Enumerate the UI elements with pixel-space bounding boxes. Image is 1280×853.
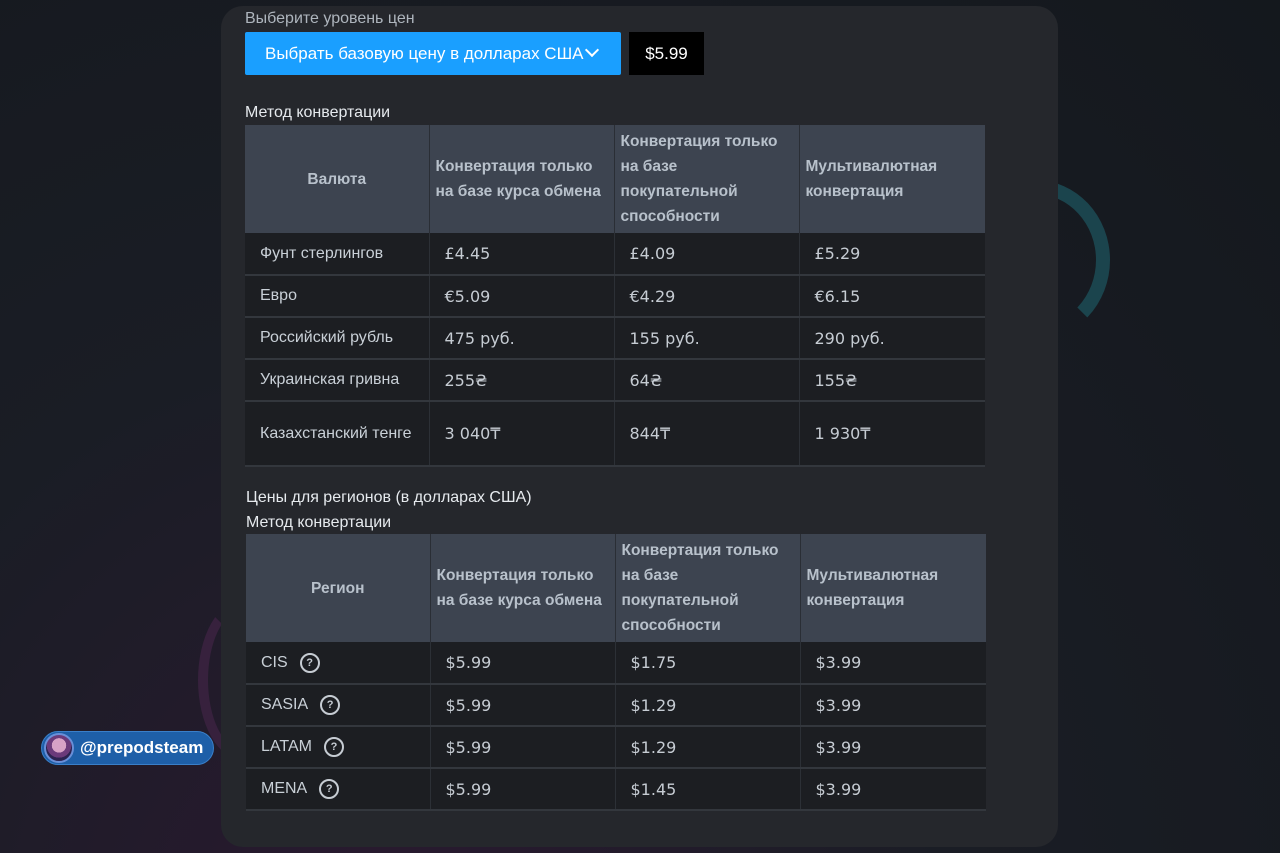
table-header-row: Регион Конвертация только на базе курса … xyxy=(246,534,986,642)
column-header-exchange-rate: Конвертация только на базе курса обмена xyxy=(430,534,616,642)
exchange-rate-value: $5.99 xyxy=(430,642,616,685)
price-level-label: Выберите уровень цен xyxy=(245,10,415,27)
column-header-exchange-rate: Конвертация только на базе курса обмена xyxy=(429,125,615,233)
column-header-region: Регион xyxy=(246,534,431,642)
region-cell: CIS? xyxy=(246,642,431,685)
currency-name: Фунт стерлингов xyxy=(245,233,430,276)
column-header-currency: Валюта xyxy=(245,125,430,233)
region-cell: MENA? xyxy=(246,768,431,811)
currency-name: Казахстанский тенге xyxy=(245,401,430,467)
exchange-rate-value: 255₴ xyxy=(429,359,615,402)
purchasing-power-value: €4.29 xyxy=(614,275,800,318)
multicurrency-value: €6.15 xyxy=(799,275,985,318)
column-header-multicurrency: Мультивалютная конвертация xyxy=(799,125,985,233)
region-cell: LATAM? xyxy=(246,726,431,769)
currency-conversion-table: Валюта Конвертация только на базе курса … xyxy=(245,125,985,467)
table-row: Евро €5.09 €4.29 €6.15 xyxy=(245,275,985,318)
column-header-purchasing-power: Конвертация только на базе покупательной… xyxy=(615,534,801,642)
region-name: CIS xyxy=(261,653,288,671)
exchange-rate-value: $5.99 xyxy=(430,768,616,811)
base-price-value: $5.99 xyxy=(629,32,704,75)
region-name: MENA xyxy=(261,780,308,797)
region-prices-heading: Цены для регионов (в долларах США) xyxy=(246,489,532,506)
help-icon[interactable]: ? xyxy=(319,779,340,799)
purchasing-power-value: 844₸ xyxy=(614,401,800,467)
region-table-title: Метод конвертации xyxy=(246,514,392,531)
avatar xyxy=(44,733,74,763)
purchasing-power-value: 155 руб. xyxy=(614,317,800,360)
base-price-select-label: Выбрать базовую цену в долларах США xyxy=(265,43,584,63)
multicurrency-value: 1 930₸ xyxy=(799,401,985,467)
watermark-badge: @prepodsteam xyxy=(41,731,214,765)
multicurrency-value: $3.99 xyxy=(800,684,986,727)
currency-name: Российский рубль xyxy=(245,317,430,360)
column-header-purchasing-power: Конвертация только на базе покупательной… xyxy=(614,125,800,233)
currency-name: Украинская гривна xyxy=(245,359,430,402)
table-row: MENA? $5.99 $1.45 $3.99 xyxy=(246,768,986,811)
exchange-rate-value: €5.09 xyxy=(429,275,615,318)
table-row: Казахстанский тенге 3 040₸ 844₸ 1 930₸ xyxy=(245,401,985,467)
exchange-rate-value: £4.45 xyxy=(429,233,615,276)
chevron-down-icon xyxy=(584,42,600,58)
multicurrency-value: £5.29 xyxy=(799,233,985,276)
region-cell: SASIA? xyxy=(246,684,431,727)
table-header-row: Валюта Конвертация только на базе курса … xyxy=(245,125,985,233)
purchasing-power-value: $1.29 xyxy=(615,684,801,727)
table-row: SASIA? $5.99 $1.29 $3.99 xyxy=(246,684,986,727)
table-row: LATAM? $5.99 $1.29 $3.99 xyxy=(246,726,986,769)
help-icon[interactable]: ? xyxy=(323,737,344,757)
multicurrency-value: $3.99 xyxy=(800,768,986,811)
purchasing-power-value: $1.75 xyxy=(615,642,801,685)
multicurrency-value: 290 руб. xyxy=(799,317,985,360)
multicurrency-value: 155₴ xyxy=(799,359,985,402)
help-icon[interactable]: ? xyxy=(299,652,320,673)
currency-name: Евро xyxy=(245,275,430,318)
exchange-rate-value: 475 руб. xyxy=(429,317,615,360)
table-row: Фунт стерлингов £4.45 £4.09 £5.29 xyxy=(245,233,985,276)
help-icon[interactable]: ? xyxy=(320,695,341,715)
purchasing-power-value: $1.45 xyxy=(615,768,801,811)
purchasing-power-value: $1.29 xyxy=(615,726,801,769)
region-name: SASIA xyxy=(261,696,309,713)
region-prices-table: Регион Конвертация только на базе курса … xyxy=(246,534,986,811)
multicurrency-value: $3.99 xyxy=(800,642,986,685)
table-row: Украинская гривна 255₴ 64₴ 155₴ xyxy=(245,359,985,402)
multicurrency-value: $3.99 xyxy=(800,726,986,769)
exchange-rate-value: $5.99 xyxy=(430,684,616,727)
purchasing-power-value: 64₴ xyxy=(614,359,800,402)
exchange-rate-value: $5.99 xyxy=(430,726,616,769)
exchange-rate-value: 3 040₸ xyxy=(429,401,615,467)
region-name: LATAM xyxy=(261,738,312,755)
watermark-handle: @prepodsteam xyxy=(80,738,204,757)
base-price-select-button[interactable]: Выбрать базовую цену в долларах США xyxy=(245,32,621,75)
table-row: Российский рубль 475 руб. 155 руб. 290 р… xyxy=(245,317,985,360)
purchasing-power-value: £4.09 xyxy=(614,233,800,276)
column-header-multicurrency: Мультивалютная конвертация xyxy=(800,534,986,642)
currency-table-title: Метод конвертации xyxy=(245,104,391,121)
table-row: CIS? $5.99 $1.75 $3.99 xyxy=(246,642,986,685)
